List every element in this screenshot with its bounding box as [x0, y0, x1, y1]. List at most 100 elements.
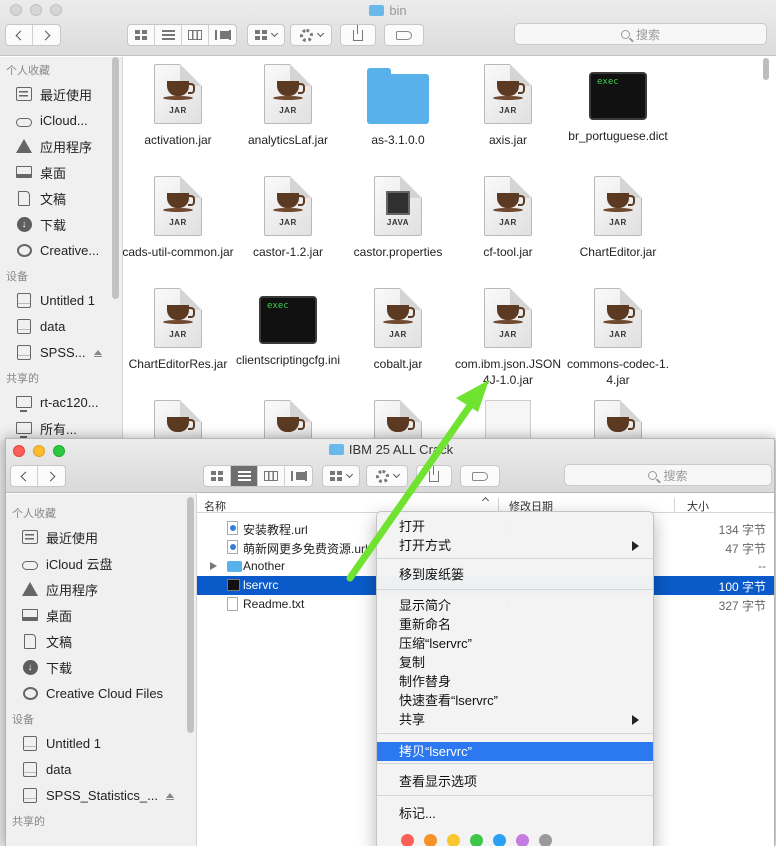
file-item[interactable] — [562, 400, 674, 440]
context-menu-item[interactable]: 复制 — [377, 653, 653, 672]
sidebar-scrollbar[interactable] — [112, 57, 119, 299]
file-item[interactable]: JAR ChartEditorRes.jar — [122, 288, 234, 372]
sidebar-item[interactable]: 桌面 — [0, 159, 122, 185]
sidebar-item[interactable]: Creative Cloud Files — [6, 680, 196, 706]
sidebar-item[interactable]: data — [0, 313, 122, 339]
sidebar-item[interactable]: 最近使用 — [0, 81, 122, 107]
sidebar-item[interactable]: 文稿 — [6, 628, 196, 654]
sidebar-item[interactable]: SPSS... — [0, 339, 122, 365]
action-button[interactable] — [290, 24, 332, 46]
search-field[interactable]: 搜索 — [564, 464, 772, 486]
icon-view-button[interactable] — [204, 466, 231, 486]
sidebar-item[interactable]: iCloud 云盘 — [6, 550, 196, 576]
sidebar-scrollbar[interactable] — [187, 497, 194, 733]
tag-color-dot[interactable] — [424, 834, 437, 846]
sidebar-item[interactable]: 应用程序 — [0, 133, 122, 159]
file-item[interactable]: JAR cf-tool.jar — [452, 176, 564, 260]
sidebar-item[interactable]: Creative... — [0, 237, 122, 263]
context-menu-item[interactable]: 查看显示选项 — [377, 772, 653, 791]
context-menu-item[interactable]: 打开方式 — [377, 536, 653, 555]
sidebar-item[interactable]: data — [6, 756, 196, 782]
file-item[interactable]: as-3.1.0.0 — [342, 64, 454, 148]
file-item[interactable]: JAR analyticsLaf.jar — [232, 64, 344, 148]
column-header-size[interactable]: 大小 — [687, 498, 709, 514]
cover-flow-icon — [214, 30, 231, 40]
sidebar-item[interactable]: Untitled 1 — [0, 287, 122, 313]
tag-color-dot[interactable] — [539, 834, 552, 846]
back-button[interactable] — [11, 466, 38, 486]
content-scrollbar[interactable] — [763, 58, 769, 80]
context-menu-item[interactable]: 制作替身 — [377, 672, 653, 691]
list-icon — [161, 30, 175, 40]
sidebar-item[interactable]: ↓ 下载 — [6, 654, 196, 680]
context-menu-item[interactable]: 拷贝“lservrc” — [377, 742, 653, 761]
file-name: analyticsLaf.jar — [247, 133, 329, 147]
sidebar-item[interactable]: SPSS_Statistics_... — [6, 782, 196, 808]
context-menu-item[interactable]: 标记... — [377, 804, 653, 823]
context-menu-item[interactable]: 压缩“lservrc” — [377, 634, 653, 653]
eject-icon[interactable] — [93, 349, 102, 357]
column-view-button[interactable] — [258, 466, 285, 486]
back-sidebar: 个人收藏 最近使用 iCloud... 应用程序 桌面 文稿 ↓ 下载 Creative... 设… — [0, 57, 123, 440]
file-item[interactable] — [122, 400, 234, 440]
tag-color-dot[interactable] — [401, 834, 414, 846]
tags-button[interactable] — [460, 465, 500, 487]
file-name: activation.jar — [144, 133, 212, 147]
forward-button[interactable] — [38, 466, 65, 486]
file-item[interactable]: JAR commons-codec-1.4.jar — [562, 288, 674, 388]
context-menu-item[interactable]: 移到废纸篓 — [377, 565, 653, 584]
file-item[interactable]: JAR activation.jar — [122, 64, 234, 148]
file-item[interactable]: JAR axis.jar — [452, 64, 564, 148]
share-button[interactable] — [340, 24, 376, 46]
icon-view-button[interactable] — [128, 25, 155, 45]
disclosure-triangle-icon[interactable] — [210, 562, 217, 570]
column-divider[interactable] — [498, 498, 499, 512]
tag-color-dot[interactable] — [516, 834, 529, 846]
arrange-button[interactable] — [322, 465, 360, 487]
context-menu-item[interactable]: 重新命名 — [377, 615, 653, 634]
file-item[interactable] — [232, 400, 344, 440]
file-item[interactable]: JAR castor-1.2.jar — [232, 176, 344, 260]
forward-button[interactable] — [33, 25, 60, 45]
cover-flow-icon — [290, 471, 307, 481]
context-menu-item[interactable]: 打开 — [377, 517, 653, 536]
eject-icon[interactable] — [166, 792, 174, 800]
sidebar-item[interactable]: 应用程序 — [6, 576, 196, 602]
tag-color-dot[interactable] — [447, 834, 460, 846]
sidebar-item[interactable]: Untitled 1 — [6, 730, 196, 756]
sidebar-item[interactable]: 文稿 — [0, 185, 122, 211]
file-item[interactable] — [452, 400, 564, 440]
file-item[interactable]: exec br_portuguese.dict — [562, 64, 674, 144]
sidebar-item[interactable]: 所有... — [0, 415, 122, 440]
file-item[interactable]: JAVA castor.properties — [342, 176, 454, 260]
sidebar-item[interactable]: ↓ 下载 — [0, 211, 122, 237]
tags-button[interactable] — [384, 24, 424, 46]
file-item[interactable]: JAR ChartEditor.jar — [562, 176, 674, 260]
file-item[interactable]: JAR cobalt.jar — [342, 288, 454, 372]
column-header-name[interactable]: 名称 — [204, 498, 226, 514]
arrange-button[interactable] — [247, 24, 285, 46]
list-view-button[interactable] — [231, 466, 258, 486]
file-item[interactable]: JAR com.ibm.json.JSON4J-1.0.jar — [452, 288, 564, 388]
list-view-button[interactable] — [155, 25, 182, 45]
sidebar-item[interactable]: iCloud... — [0, 107, 122, 133]
file-item[interactable]: exec clientscriptingcfg.ini — [232, 288, 344, 368]
sidebar-item[interactable]: 最近使用 — [6, 524, 196, 550]
sidebar-item[interactable]: rt-ac120... — [0, 389, 122, 415]
context-menu-item[interactable]: 快速查看“lservrc” — [377, 691, 653, 710]
sidebar-item[interactable]: 桌面 — [6, 602, 196, 628]
share-button[interactable] — [416, 465, 452, 487]
file-item[interactable] — [342, 400, 454, 440]
tag-color-dot[interactable] — [470, 834, 483, 846]
action-button[interactable] — [366, 465, 408, 487]
tag-color-dot[interactable] — [493, 834, 506, 846]
back-button[interactable] — [6, 25, 33, 45]
context-menu-item[interactable]: 显示简介 — [377, 596, 653, 615]
cover-flow-button[interactable] — [285, 466, 312, 486]
column-divider[interactable] — [674, 498, 675, 512]
cover-flow-button[interactable] — [209, 25, 236, 45]
file-item[interactable]: JAR cads-util-common.jar — [122, 176, 234, 260]
search-field[interactable]: 搜索 — [514, 23, 767, 45]
column-view-button[interactable] — [182, 25, 209, 45]
context-menu-item[interactable]: 共享 — [377, 710, 653, 729]
